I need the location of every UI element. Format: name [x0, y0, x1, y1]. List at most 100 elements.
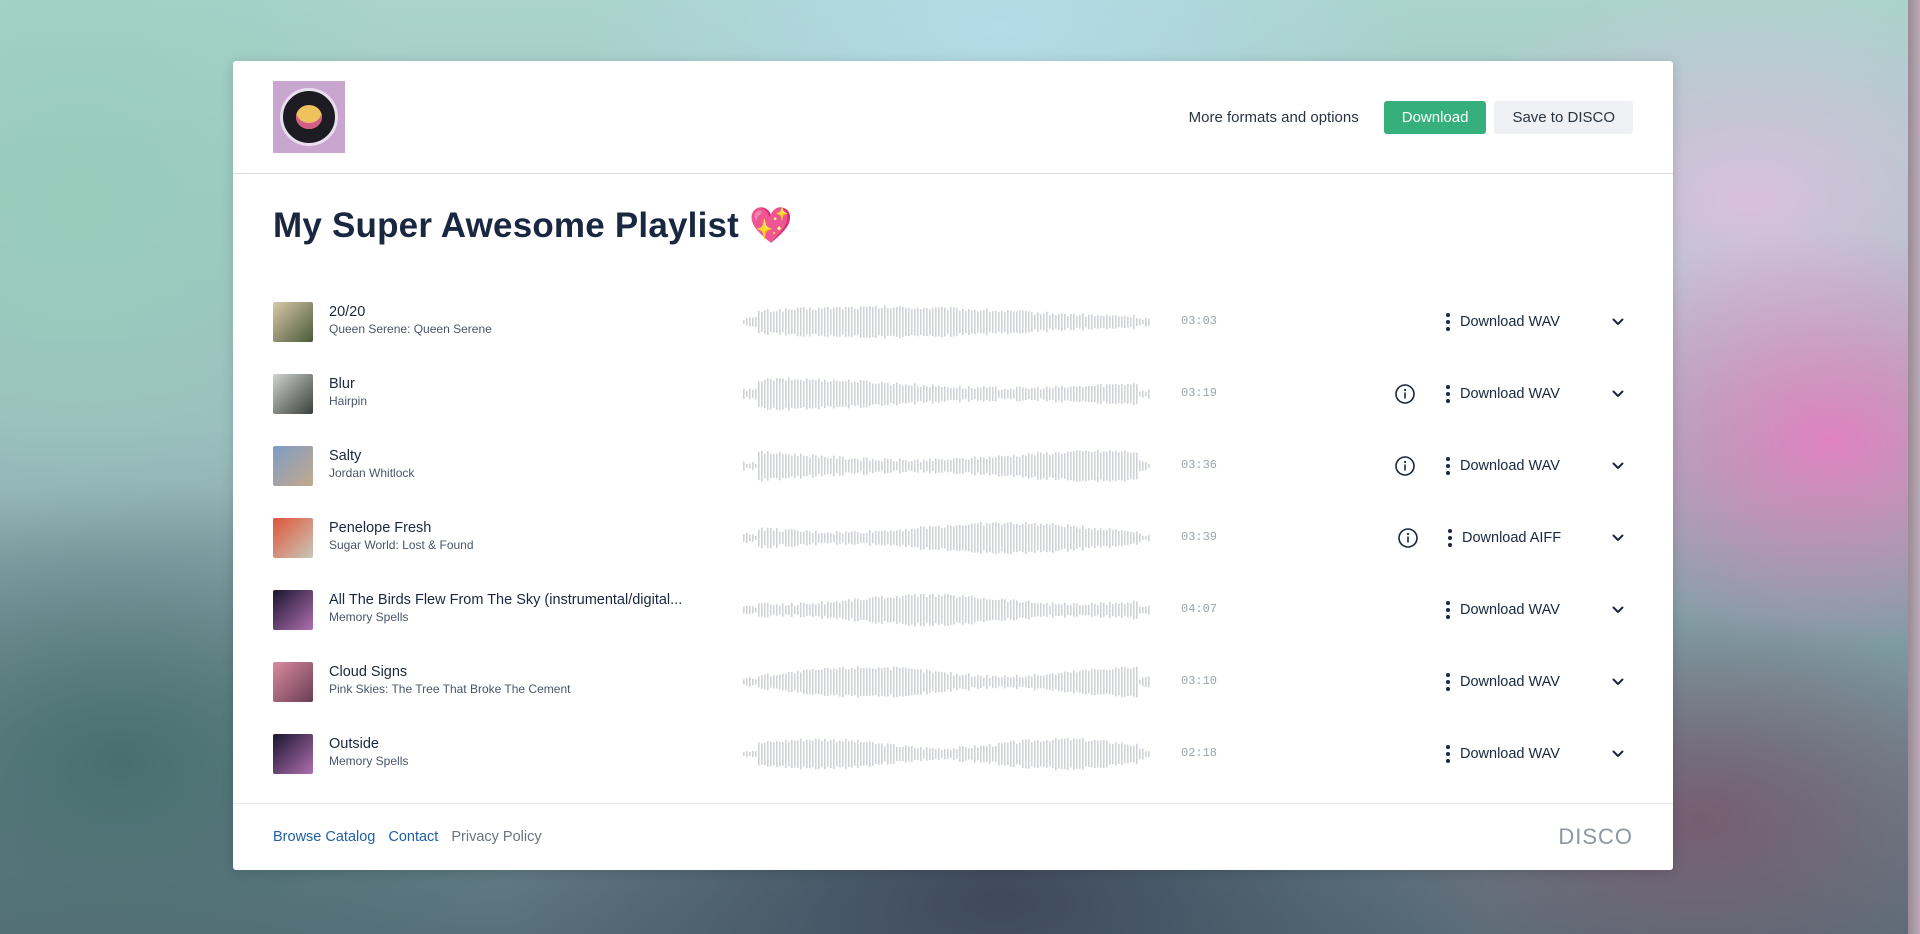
waveform-scrubber[interactable]	[743, 304, 1151, 340]
waveform-bar	[1073, 525, 1075, 551]
waveform-scrubber[interactable]	[743, 376, 1151, 412]
waveform-bar	[869, 306, 871, 338]
waveform-bar	[785, 739, 787, 769]
waveform-bar	[896, 530, 898, 546]
track-row[interactable]: Blur Hairpin 03:19 Download WAV	[273, 358, 1633, 430]
waveform-scrubber[interactable]	[743, 664, 1151, 700]
chevron-down-icon[interactable]	[1611, 603, 1625, 617]
download-format-button[interactable]: Download WAV	[1460, 672, 1560, 692]
waveform-bar	[872, 306, 874, 338]
waveform-bar	[794, 453, 796, 479]
info-icon[interactable]	[1394, 383, 1416, 405]
download-format-button[interactable]: Download WAV	[1460, 600, 1560, 620]
waveform-scrubber[interactable]	[743, 448, 1151, 484]
waveform-bar	[818, 533, 820, 543]
track-title[interactable]: All The Birds Flew From The Sky (instrum…	[329, 591, 709, 609]
waveform-bar	[851, 382, 853, 406]
waveform-bar	[1049, 673, 1051, 691]
waveform-bar	[1067, 316, 1069, 328]
waveform-bar	[1010, 677, 1012, 687]
waveform-bar	[1133, 382, 1135, 406]
track-row[interactable]: Cloud Signs Pink Skies: The Tree That Bro…	[273, 646, 1633, 718]
waveform-bar	[1037, 525, 1039, 551]
waveform-scrubber[interactable]	[743, 592, 1151, 628]
waveform-scrubber[interactable]	[743, 736, 1151, 772]
kebab-menu-icon[interactable]	[1443, 598, 1453, 622]
waveform-bar	[998, 455, 1000, 477]
waveform-bar	[1124, 315, 1126, 329]
chevron-down-icon[interactable]	[1611, 387, 1625, 401]
download-button[interactable]: Download	[1383, 101, 1487, 134]
waveform-bar	[1088, 314, 1090, 330]
waveform-bar	[848, 599, 850, 621]
waveform-bar	[1040, 452, 1042, 480]
waveform-bar	[1019, 386, 1021, 402]
waveform-bar	[1010, 310, 1012, 334]
chevron-down-icon[interactable]	[1611, 675, 1625, 689]
track-row[interactable]: Salty Jordan Whitlock 03:36 Download WAV	[273, 430, 1633, 502]
waveform-bar	[983, 310, 985, 334]
track-title[interactable]: Outside	[329, 735, 709, 753]
chevron-down-icon[interactable]	[1611, 315, 1625, 329]
track-row[interactable]: 20/20 Queen Serene: Queen Serene 03:03 Down…	[273, 286, 1633, 358]
contact-link[interactable]: Contact	[388, 829, 438, 845]
browse-catalog-link[interactable]: Browse Catalog	[273, 829, 375, 845]
download-format-button[interactable]: Download WAV	[1460, 744, 1560, 764]
waveform-bar	[761, 743, 763, 765]
waveform-bar	[755, 388, 757, 400]
waveform-bar	[857, 309, 859, 335]
waveform-bar	[881, 595, 883, 625]
track-duration: 03:39	[1181, 530, 1218, 544]
waveform-bar	[986, 674, 988, 690]
more-formats-button[interactable]: More formats and options	[1172, 101, 1376, 134]
waveform-bar	[1034, 603, 1036, 617]
track-title[interactable]: Penelope Fresh	[329, 519, 709, 537]
waveform-bar	[1064, 671, 1066, 693]
track-artwork	[273, 302, 313, 342]
kebab-menu-icon[interactable]	[1443, 310, 1453, 334]
waveform-bar	[1007, 742, 1009, 766]
waveform-bar	[950, 595, 952, 625]
download-format-button[interactable]: Download WAV	[1460, 312, 1560, 332]
waveform-bar	[1139, 391, 1141, 397]
waveform-bar	[902, 306, 904, 338]
kebab-menu-icon[interactable]	[1443, 742, 1453, 766]
waveform-scrubber[interactable]	[743, 520, 1151, 556]
track-title[interactable]: 20/20	[329, 303, 709, 321]
waveform-bar	[773, 675, 775, 689]
waveform-bar	[854, 458, 856, 474]
waveform-bar	[1016, 386, 1018, 402]
download-format-button[interactable]: Download WAV	[1460, 456, 1560, 476]
save-to-disco-button[interactable]: Save to DISCO	[1494, 101, 1633, 134]
info-icon[interactable]	[1394, 455, 1416, 477]
waveform-bar	[980, 598, 982, 622]
waveform-bar	[1094, 668, 1096, 696]
waveform-bar	[1004, 456, 1006, 476]
chevron-down-icon[interactable]	[1611, 459, 1625, 473]
track-title[interactable]: Salty	[329, 447, 709, 465]
waveform-bar	[887, 597, 889, 623]
chevron-down-icon[interactable]	[1611, 747, 1625, 761]
track-row[interactable]: All The Birds Flew From The Sky (instrum…	[273, 574, 1633, 646]
chevron-down-icon[interactable]	[1611, 531, 1625, 545]
waveform-bar	[1103, 387, 1105, 401]
waveform-bar	[758, 310, 760, 334]
waveform-bar	[773, 380, 775, 408]
track-row[interactable]: Outside Memory Spells 02:18 Download WAV	[273, 718, 1633, 790]
download-format-button[interactable]: Download WAV	[1460, 384, 1560, 404]
info-icon[interactable]	[1397, 527, 1419, 549]
waveform-bar	[797, 740, 799, 768]
track-row[interactable]: Penelope Fresh Sugar World: Lost & Found 0…	[273, 502, 1633, 574]
kebab-menu-icon[interactable]	[1443, 382, 1453, 406]
track-title[interactable]: Cloud Signs	[329, 663, 709, 681]
track-title[interactable]: Blur	[329, 375, 709, 393]
kebab-menu-icon[interactable]	[1443, 454, 1453, 478]
privacy-policy-link[interactable]: Privacy Policy	[451, 829, 541, 845]
waveform-bar	[977, 747, 979, 761]
kebab-menu-icon[interactable]	[1443, 670, 1453, 694]
playlist-logo	[273, 81, 345, 153]
waveform-bar	[776, 604, 778, 616]
download-format-button[interactable]: Download AIFF	[1462, 528, 1561, 548]
waveform-bar	[1049, 605, 1051, 615]
kebab-menu-icon[interactable]	[1445, 526, 1455, 550]
